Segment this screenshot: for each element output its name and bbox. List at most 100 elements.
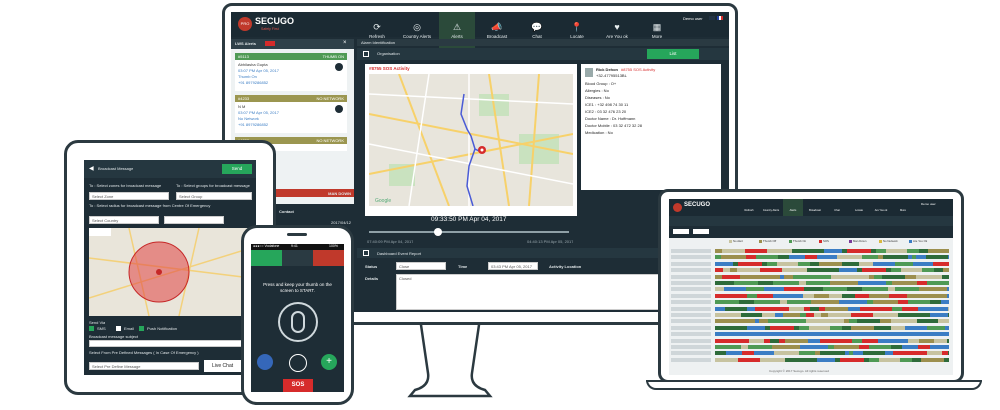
timeline-segment [933, 261, 949, 266]
alert-card[interactable]: #5113 THUMB ON Abhilasha Gupta 03:07 PM Apr… [235, 53, 347, 91]
timeline-row-label [671, 338, 711, 343]
timeline-row[interactable] [669, 332, 953, 337]
phone-camera-button[interactable] [289, 354, 307, 372]
brand-tagline: Safety First [261, 27, 279, 31]
timeline-row[interactable] [669, 313, 953, 317]
alert-open-icon[interactable] [335, 105, 343, 113]
timeline-row[interactable] [669, 255, 953, 260]
laptop-nav-alerts[interactable]: Alerts [783, 199, 803, 216]
email-checkbox[interactable] [116, 326, 121, 331]
phone-tab-contacts[interactable] [282, 250, 313, 266]
timeline-row-label [671, 255, 711, 260]
laptop-filter-2[interactable] [693, 229, 709, 234]
timeline-segment [815, 332, 825, 337]
timeline-row[interactable] [669, 319, 953, 324]
timeline-segment [715, 268, 723, 273]
timeline-segment [767, 261, 777, 266]
flag-fr-icon[interactable] [717, 16, 723, 20]
timeline-segment [723, 293, 747, 298]
flag-uk-icon[interactable] [709, 16, 715, 20]
timeline-segment [847, 281, 858, 285]
sos-map[interactable]: Google [369, 74, 573, 206]
laptop-nav-broadcast[interactable]: Broadcast [805, 199, 825, 216]
timeline-segment [806, 313, 814, 317]
thumb-button[interactable] [278, 302, 318, 342]
timeline-row[interactable] [669, 338, 953, 343]
timeline-segment [880, 319, 891, 324]
push-checkbox[interactable] [139, 326, 144, 331]
timeline-segment [770, 325, 794, 330]
timeline-slider[interactable] [369, 231, 569, 233]
laptop-nav-are-you-ok[interactable]: Are You ok [871, 199, 891, 216]
list-button[interactable]: List [647, 49, 699, 59]
timeline-segment [787, 300, 811, 305]
timeline-segment [875, 332, 885, 337]
timeline-row[interactable] [669, 306, 953, 311]
timeline-segment [746, 287, 764, 292]
phone-add-button[interactable]: + [321, 354, 337, 370]
timeline-segment [755, 306, 777, 311]
tablet-send-button[interactable]: Send [222, 164, 252, 174]
subject-field[interactable] [89, 340, 251, 347]
timeline-segment [805, 255, 817, 260]
timeline-row[interactable] [669, 281, 953, 285]
timeline-segment [847, 249, 871, 253]
country-select[interactable]: Select Country [89, 216, 159, 224]
timeline-segment [905, 325, 927, 330]
radius-field[interactable] [164, 216, 224, 224]
man-down-bar[interactable]: MAN DOWN [276, 189, 354, 197]
laptop-nav-refresh[interactable]: Refresh [739, 199, 759, 216]
group-select[interactable]: Select Group [176, 192, 252, 200]
phone-settings-button[interactable] [257, 354, 273, 370]
timeline-segment [715, 281, 734, 285]
phone-instruction: Press and keep your thumb on the screen … [263, 282, 332, 293]
timeline-segment [736, 319, 755, 324]
laptop-nav-country-alerts[interactable]: Country Alerts [761, 199, 781, 216]
phone-tab-alerts[interactable] [313, 250, 344, 266]
timeline-row[interactable] [669, 274, 953, 279]
timeline-row[interactable] [669, 268, 953, 273]
laptop-filter-1[interactable] [673, 229, 689, 234]
timeline-segment [766, 300, 780, 305]
timeline-segment [756, 255, 778, 260]
timeline-row-label [671, 300, 711, 305]
alert-open-icon[interactable] [335, 63, 343, 71]
laptop-nav-chat[interactable]: Chat [827, 199, 847, 216]
zone-select[interactable]: Select Zone [89, 192, 169, 200]
timeline-row-label [671, 306, 711, 311]
legend-item: SOS [819, 239, 829, 243]
laptop-nav-more[interactable]: More [893, 199, 913, 216]
time-field[interactable]: 03:43 PM Apr 05, 2017 [488, 262, 538, 270]
detail-tab[interactable]: Alarm Identification [357, 39, 729, 46]
phone-tab-home[interactable] [251, 250, 282, 266]
alert-card[interactable]: #4233 NO NETWORK N M 03:07 PM Apr 05, 2017 N… [235, 95, 347, 133]
timeline-row[interactable] [669, 325, 953, 330]
sms-checkbox[interactable] [89, 326, 94, 331]
phone-sos-button[interactable]: SOS [283, 379, 313, 392]
header-user[interactable]: Demo user [683, 16, 703, 21]
timeline-segment [947, 287, 949, 292]
sidebar-close-icon[interactable]: × [343, 40, 347, 46]
alert-phone: +91 8979286852 [238, 122, 269, 127]
person-avatar [585, 68, 593, 77]
timeline-row[interactable] [669, 345, 953, 349]
timeline-segment [860, 306, 868, 311]
timeline-row[interactable] [669, 300, 953, 305]
laptop-user[interactable]: Demo user [921, 202, 936, 206]
timeline-handle[interactable] [434, 228, 442, 236]
timeline-row[interactable] [669, 357, 953, 362]
status-label: Status [365, 264, 378, 269]
timeline-row[interactable] [669, 351, 953, 356]
timeline-segment [941, 255, 948, 260]
predefined-select[interactable]: Select Pre Define Message [89, 362, 199, 370]
timeline-row[interactable] [669, 249, 953, 253]
status-select[interactable]: Close [396, 262, 446, 270]
radius-map[interactable] [89, 228, 251, 316]
laptop-nav-locate[interactable]: Locate [849, 199, 869, 216]
timeline-segment [800, 345, 814, 349]
tablet-header: ◀ Broadcast Message Send [84, 160, 256, 178]
timeline-row[interactable] [669, 287, 953, 292]
timeline-row[interactable] [669, 293, 953, 298]
timeline-row[interactable] [669, 261, 953, 266]
legend-item: Thumb On [789, 239, 806, 243]
